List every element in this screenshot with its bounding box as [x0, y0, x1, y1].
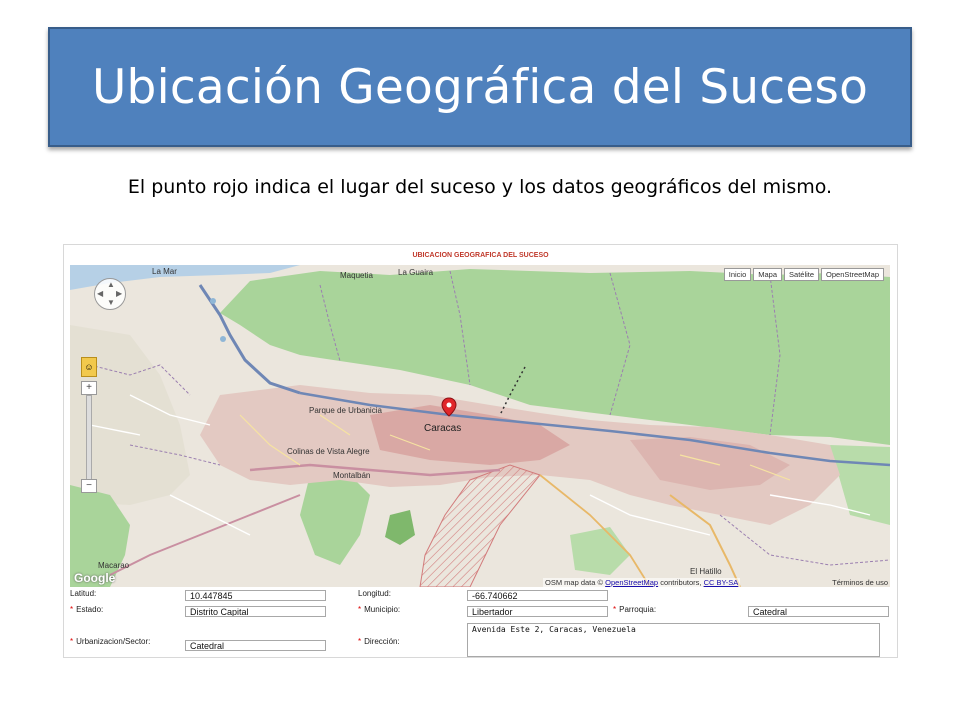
zoom-slider[interactable] — [86, 395, 92, 489]
map-view[interactable]: Inicio Mapa Satélite OpenStreetMap ▲ ▼ ◀… — [70, 265, 890, 587]
latitud-label: Latitud: — [70, 589, 97, 598]
direccion-label-text: Dirección: — [364, 637, 400, 646]
cc-by-sa-link[interactable]: CC BY-SA — [704, 578, 739, 587]
longitud-label: Longitud: — [358, 589, 391, 598]
slide-subtitle: El punto rojo indica el lugar del suceso… — [127, 176, 833, 198]
map-button-inicio[interactable]: Inicio — [723, 268, 752, 281]
estado-select[interactable]: Distrito Capital — [185, 606, 326, 617]
longitud-field[interactable]: -66.740662 — [467, 590, 608, 601]
map-label-montalban: Montalbán — [333, 471, 371, 480]
map-button-mapa[interactable]: Mapa — [753, 268, 783, 281]
direccion-label: * Dirección: — [358, 637, 400, 646]
slide-title-box: Ubicación Geográfica del Suceso — [48, 27, 912, 147]
zoom-out-icon[interactable]: − — [81, 479, 97, 493]
map-label-vista-alegre: Colinas de Vista Alegre — [287, 447, 370, 456]
pan-control-icon[interactable]: ▲ ▼ ◀ ▶ — [94, 278, 126, 310]
map-attribution: OSM map data © OpenStreetMap contributor… — [543, 578, 741, 587]
direccion-textarea[interactable]: Avenida Este 2, Caracas, Venezuela — [467, 623, 880, 657]
municipio-select[interactable]: Libertador — [467, 606, 608, 617]
urbanizacion-label-text: Urbanizacion/Sector: — [76, 637, 151, 646]
zoom-in-icon[interactable]: + — [81, 381, 97, 395]
attribution-prefix: OSM map data © — [545, 578, 604, 587]
estado-label: * Estado: — [70, 605, 104, 614]
slide-title: Ubicación Geográfica del Suceso — [91, 59, 869, 115]
map-button-openstreetmap[interactable]: OpenStreetMap — [821, 268, 884, 281]
estado-label-text: Estado: — [76, 605, 104, 614]
map-label-el-hatillo: El Hatillo — [690, 567, 722, 576]
map-label-urbanismo: Parque de Urbanicia — [309, 406, 382, 415]
map-label-macarao: Macarao — [98, 561, 130, 570]
municipio-label-text: Municipio: — [364, 605, 401, 614]
map-section-header: UBICACION GEOGRAFICA DEL SUCESO — [412, 252, 549, 259]
urbanizacion-label: * Urbanizacion/Sector: — [70, 637, 151, 646]
red-location-marker-icon[interactable] — [440, 397, 458, 417]
latitud-field[interactable]: 10.447845 — [185, 590, 326, 601]
map-type-buttons: Inicio Mapa Satélite OpenStreetMap — [723, 268, 884, 281]
map-canvas — [70, 265, 890, 587]
map-label-la-mar: La Mar — [152, 267, 177, 276]
map-label-caracas: Caracas — [424, 423, 462, 434]
map-label-la-guaira: La Guaira — [398, 268, 434, 277]
parroquia-label: * Parroquia: — [613, 605, 657, 614]
embedded-screenshot: UBICACION GEOGRAFICA DEL SUCESO Inicio M… — [63, 244, 898, 658]
google-logo: Google — [74, 571, 116, 585]
urbanizacion-select[interactable]: Catedral — [185, 640, 326, 651]
terms-of-use-link[interactable]: Términos de uso — [832, 578, 888, 587]
pegman-icon[interactable]: ☺ — [81, 357, 97, 377]
municipio-label: * Municipio: — [358, 605, 401, 614]
map-button-satelite[interactable]: Satélite — [784, 268, 820, 281]
map-label-maquetia: Maquetia — [340, 271, 373, 280]
location-form: Latitud: 10.447845 Longitud: -66.740662 … — [64, 588, 897, 657]
parroquia-select[interactable]: Catedral — [748, 606, 889, 617]
attribution-middle: contributors, — [660, 578, 702, 587]
parroquia-label-text: Parroquia: — [619, 605, 657, 614]
openstreetmap-link[interactable]: OpenStreetMap — [605, 578, 658, 587]
